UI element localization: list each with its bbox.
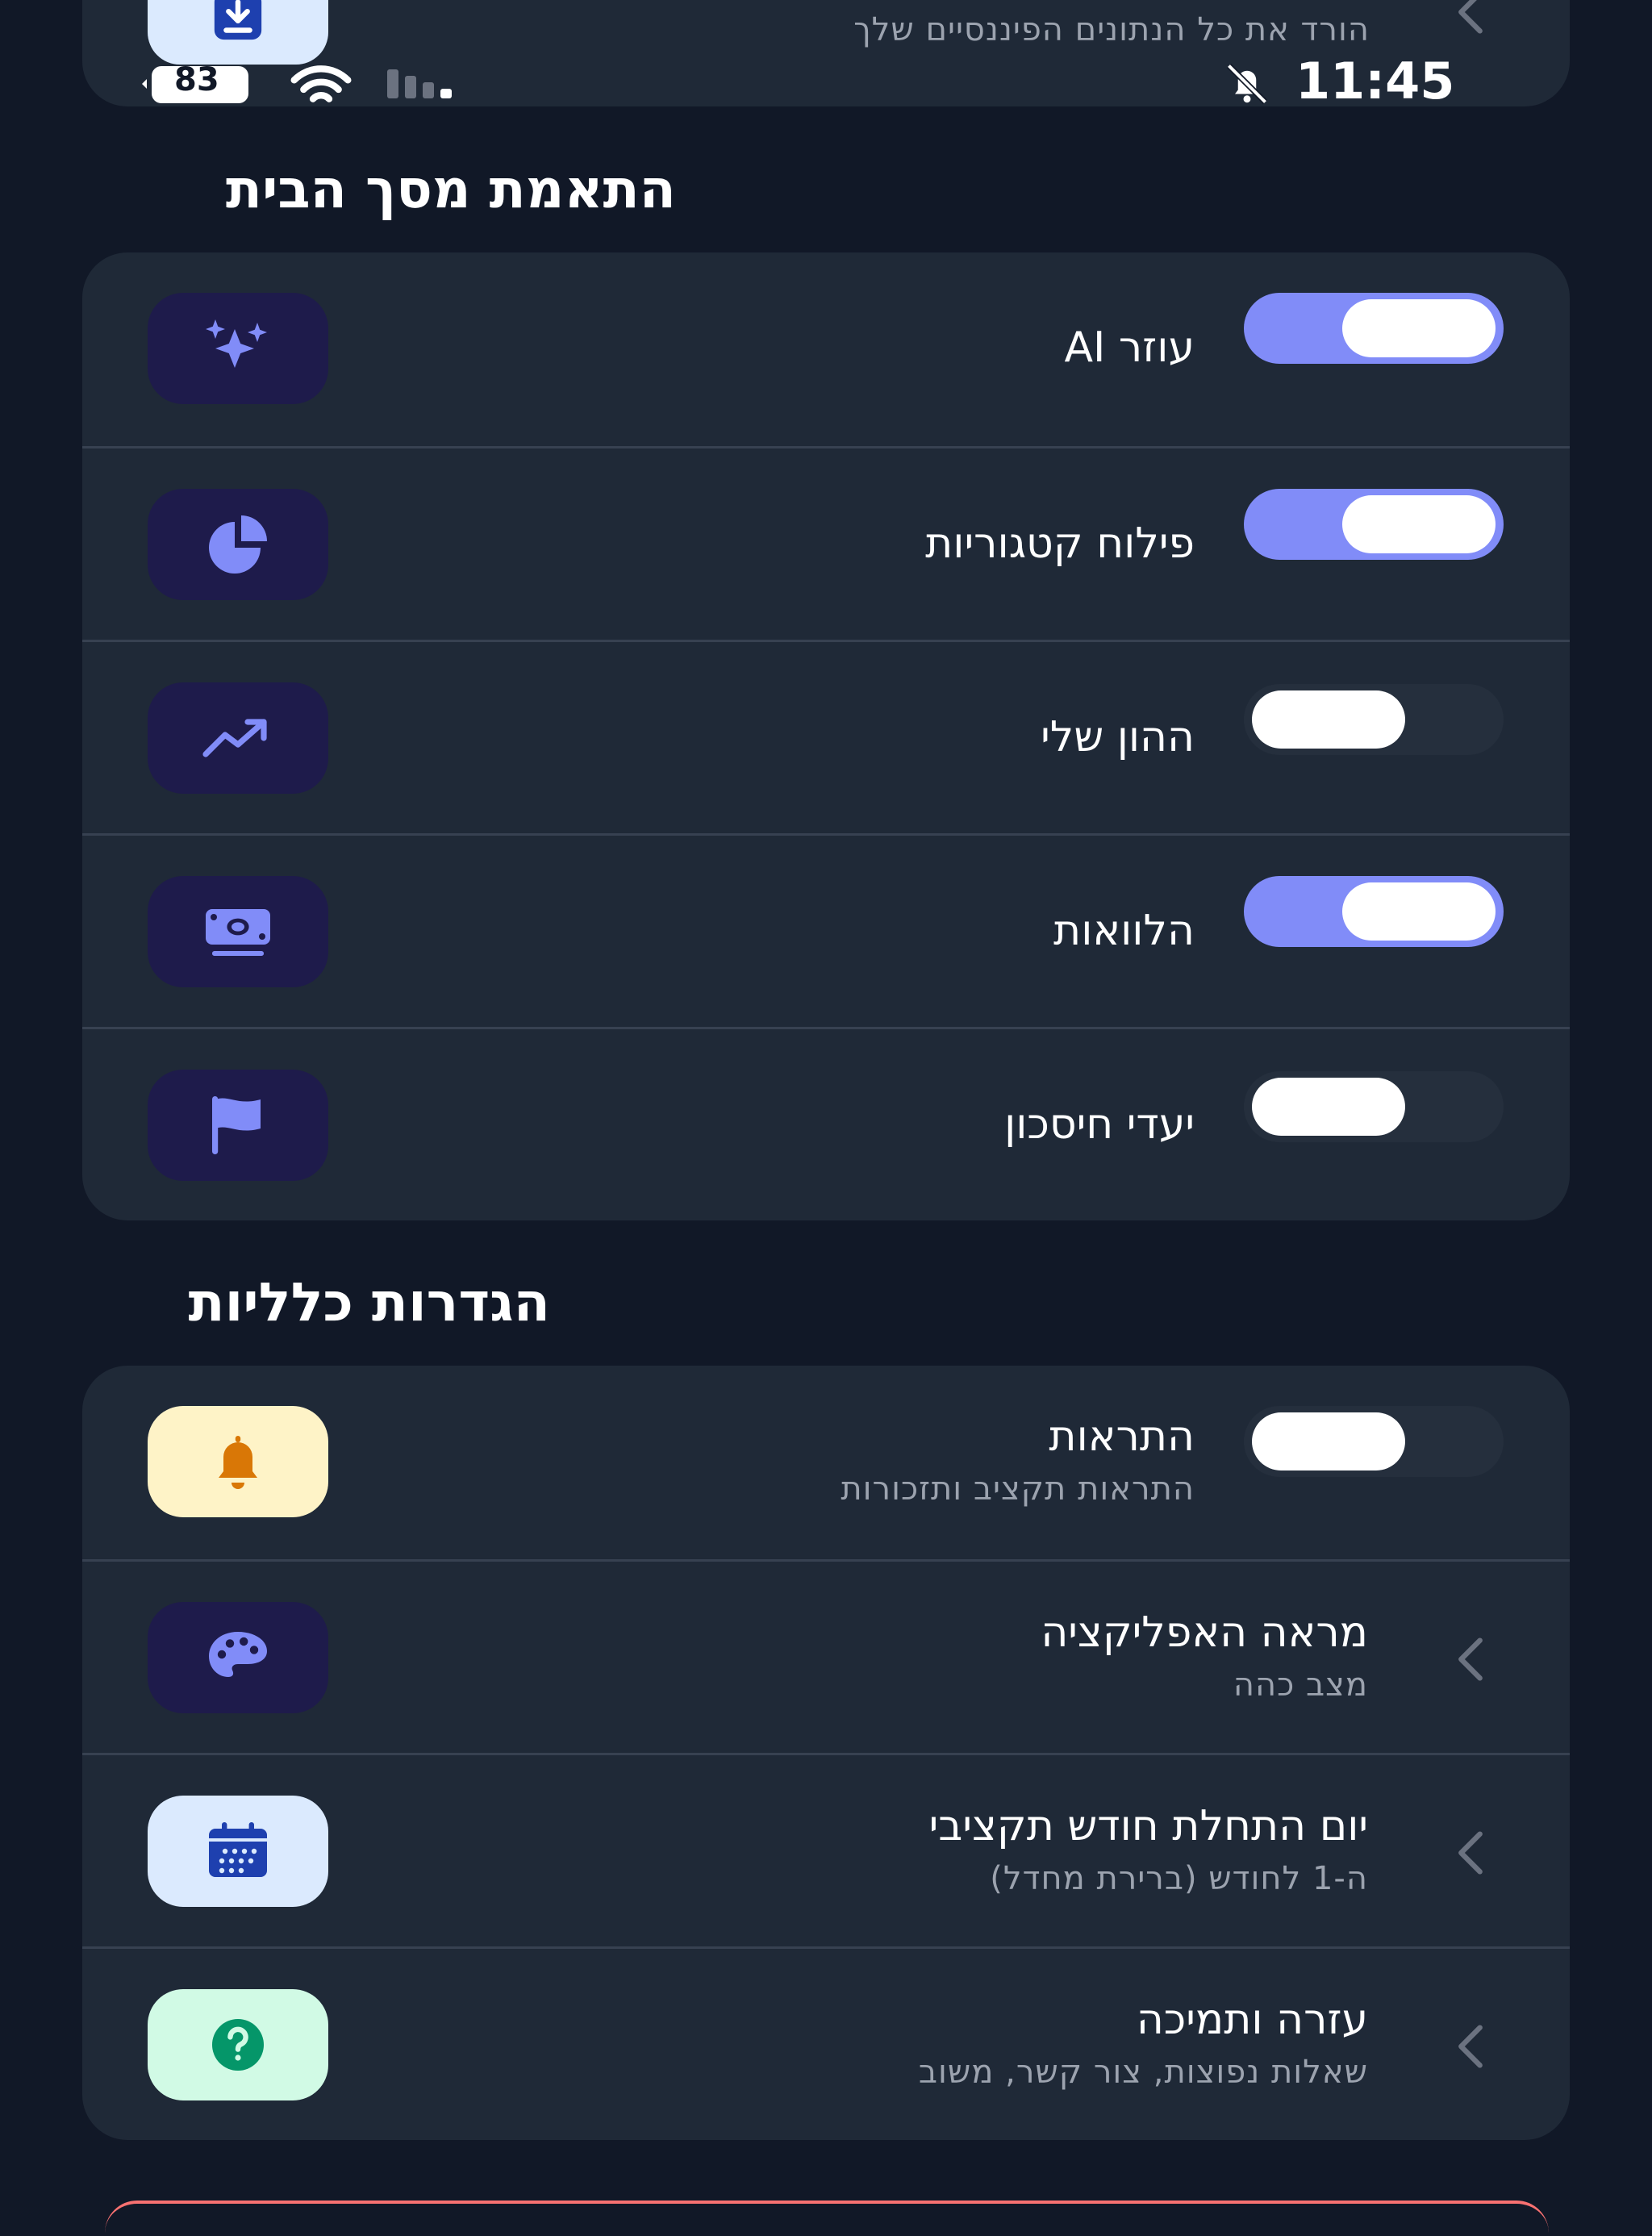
net-worth-icon-box: [148, 682, 328, 794]
setting-sublabel: מצב כהה: [1233, 1667, 1368, 1704]
setting-label: עוזר AI: [1064, 323, 1195, 372]
wifi-icon: [290, 65, 352, 102]
home-section-title: התאמת מסך הבית: [225, 158, 676, 220]
status-time: 11:45: [1295, 52, 1455, 111]
general-section-title: הגדרות כלליות: [188, 1271, 551, 1333]
pie-chart-icon: [209, 515, 267, 574]
status-bar: 83 11:45: [137, 52, 1476, 113]
home-customization-card: עוזר AI פילוח קטגוריות ההון שלי הלוואות …: [82, 252, 1570, 1220]
general-settings-card: התראות התראות תקציב ותזכורות מראה האפליק…: [82, 1366, 1570, 2140]
bell-off-icon: [1226, 63, 1268, 105]
toggle-knob: [1252, 1078, 1405, 1136]
logout-button-edge[interactable]: [105, 2201, 1549, 2236]
download-icon: [214, 0, 262, 40]
setting-row-help[interactable]: עזרה ותמיכה שאלות נפוצות, צור קשר, משוב: [82, 1946, 1570, 2140]
calendar-icon-box: [148, 1796, 328, 1907]
export-subtitle: הורד את כל הנתונים הפיננסיים שלך: [853, 11, 1370, 48]
setting-label: יעדי חיסכון: [1004, 1100, 1195, 1149]
sparkles-icon: [206, 319, 267, 368]
setting-row-loans[interactable]: הלוואות: [82, 833, 1570, 1027]
setting-label: מראה האפליקציה: [1041, 1608, 1368, 1657]
flag-icon: [212, 1096, 261, 1154]
toggle-knob: [1252, 690, 1405, 749]
toggle-notifications[interactable]: [1244, 1406, 1504, 1477]
setting-sublabel: שאלות נפוצות, צור קשר, משוב: [918, 2054, 1368, 2091]
toggle-net-worth[interactable]: [1244, 684, 1504, 755]
toggle-knob: [1342, 299, 1496, 357]
setting-sublabel: התראות תקציב ותזכורות: [841, 1471, 1195, 1508]
toggle-knob: [1342, 495, 1496, 553]
loans-icon-box: [148, 876, 328, 987]
setting-row-appearance[interactable]: מראה האפליקציה מצב כהה: [82, 1559, 1570, 1753]
chevron-left-icon: [1458, 1831, 1483, 1875]
toggle-savings-goals[interactable]: [1244, 1071, 1504, 1142]
setting-label: ההון שלי: [1041, 713, 1195, 761]
palette-icon: [209, 1632, 267, 1677]
help-icon: [212, 2019, 264, 2071]
money-icon: [206, 909, 270, 956]
bell-icon: [219, 1436, 257, 1489]
chevron-left-icon: [1458, 1637, 1483, 1681]
notifications-icon-box: [148, 1406, 328, 1517]
setting-row-budget-start-day[interactable]: יום התחלת חודש תקציבי ה-1 לחודש (ברירת מ…: [82, 1753, 1570, 1946]
trending-up-icon: [202, 719, 267, 757]
setting-sublabel: ה-1 לחודש (ברירת מחדל): [990, 1860, 1368, 1897]
calendar-icon: [209, 1822, 267, 1877]
help-icon-box: [148, 1989, 328, 2100]
category-icon-box: [148, 489, 328, 600]
toggle-knob: [1342, 882, 1496, 941]
toggle-knob: [1252, 1412, 1405, 1471]
download-icon-box: [148, 0, 328, 65]
appearance-icon-box: [148, 1602, 328, 1713]
setting-row-savings-goals[interactable]: יעדי חיסכון: [82, 1027, 1570, 1220]
chevron-left-icon: [1458, 0, 1483, 34]
toggle-ai-assistant[interactable]: [1244, 293, 1504, 364]
toggle-loans[interactable]: [1244, 876, 1504, 947]
setting-row-ai-assistant[interactable]: עוזר AI: [82, 252, 1570, 446]
toggle-category-breakdown[interactable]: [1244, 489, 1504, 560]
savings-icon-box: [148, 1070, 328, 1181]
setting-row-net-worth[interactable]: ההון שלי: [82, 640, 1570, 833]
setting-row-category-breakdown[interactable]: פילוח קטגוריות: [82, 446, 1570, 640]
setting-label: פילוח קטגוריות: [925, 519, 1195, 568]
setting-label: יום התחלת חודש תקציבי: [928, 1802, 1368, 1850]
setting-label: עזרה ותמיכה: [1136, 1996, 1368, 2044]
chevron-left-icon: [1458, 2025, 1483, 2068]
signal-icon: [387, 69, 452, 98]
setting-label: התראות: [1049, 1412, 1195, 1461]
setting-row-notifications[interactable]: התראות התראות תקציב ותזכורות: [82, 1366, 1570, 1559]
setting-label: הלוואות: [1053, 907, 1195, 955]
battery-level: 83: [174, 61, 219, 98]
ai-icon-box: [148, 293, 328, 404]
